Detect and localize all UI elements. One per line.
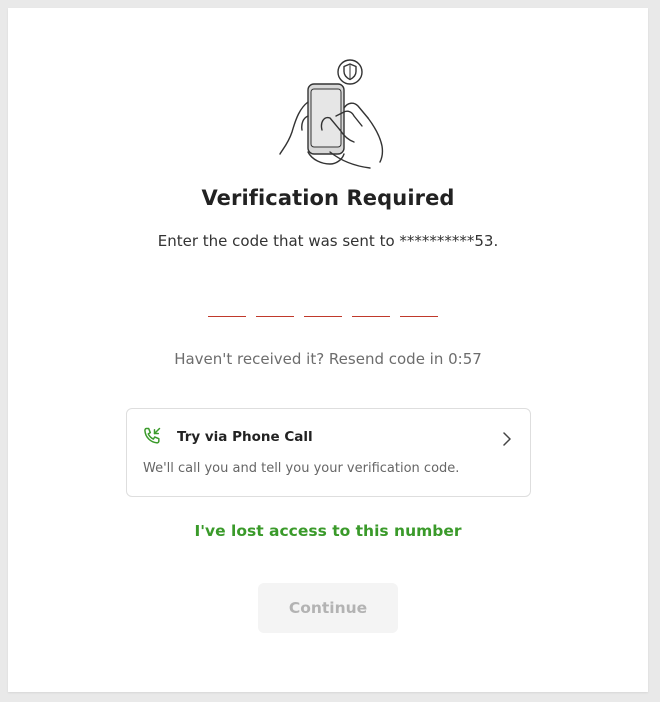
code-sent-message: Enter the code that was sent to ********… — [157, 232, 499, 250]
verification-code-input — [208, 288, 438, 317]
resend-countdown: Haven't received it? Resend code in 0:57 — [174, 350, 482, 368]
code-digit-4[interactable] — [352, 288, 390, 317]
phone-call-option[interactable]: Try via Phone Call We'll call you and te… — [126, 408, 531, 497]
code-digit-1[interactable] — [208, 288, 246, 317]
verification-card: Verification Required Enter the code tha… — [8, 8, 648, 692]
code-digit-5[interactable] — [400, 288, 438, 317]
phone-verification-illustration — [279, 59, 384, 169]
page-title: Verification Required — [201, 186, 455, 210]
continue-button[interactable]: Continue — [258, 583, 398, 633]
phone-incoming-icon — [144, 427, 161, 444]
code-digit-2[interactable] — [256, 288, 294, 317]
chevron-right-icon — [503, 432, 511, 446]
phone-call-title: Try via Phone Call — [177, 429, 313, 445]
phone-call-description: We'll call you and tell you your verific… — [143, 461, 460, 476]
code-digit-3[interactable] — [304, 288, 342, 317]
lost-access-link[interactable]: I've lost access to this number — [8, 522, 648, 540]
